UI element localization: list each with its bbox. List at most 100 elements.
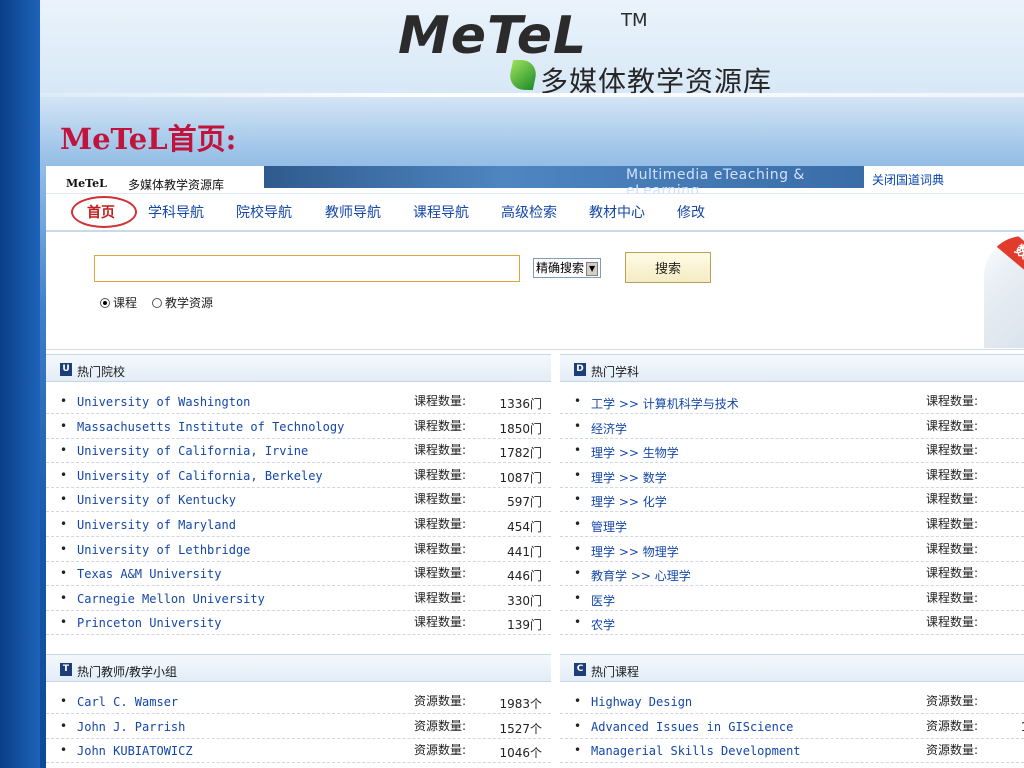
bullet-icon: • bbox=[574, 566, 582, 581]
panel-header: D 热门学科 bbox=[560, 354, 1024, 382]
search-area: 精确搜索 ▼ 搜索 课程 教学资源 数据 bbox=[46, 234, 1024, 350]
site-logo-cn: 多媒体教学资源库 bbox=[128, 178, 225, 192]
count-label: 课程数量: bbox=[926, 590, 979, 605]
list-item: • 医学 课程数量: bbox=[560, 587, 1024, 611]
nav-subjects[interactable]: 学科导航 bbox=[148, 202, 204, 222]
item-link[interactable]: John J. Parrish bbox=[77, 720, 185, 734]
list-item: • University of California, Berkeley 课程数量:… bbox=[46, 464, 551, 488]
count-label: 课程数量: bbox=[926, 517, 979, 531]
nav-edit[interactable]: 修改 bbox=[677, 202, 705, 222]
item-link[interactable]: Texas A&M University bbox=[77, 567, 222, 581]
item-link[interactable]: 农学 bbox=[591, 616, 615, 633]
item-link[interactable]: 教育学 >> 心理学 bbox=[591, 567, 691, 584]
search-input[interactable] bbox=[94, 255, 520, 282]
count-value: 446门 bbox=[507, 569, 542, 584]
item-link[interactable]: Highway Design bbox=[591, 695, 692, 709]
bullet-icon: • bbox=[60, 394, 68, 408]
radio-resource-dot[interactable] bbox=[152, 297, 162, 308]
item-link[interactable]: University of California, Berkeley bbox=[77, 469, 323, 483]
item-link[interactable]: 管理学 bbox=[591, 518, 627, 535]
item-link[interactable]: Carl C. Wamser bbox=[77, 695, 178, 709]
teacher-icon: T bbox=[60, 663, 72, 676]
brand-trademark: TM bbox=[621, 10, 648, 31]
close-dictionary-link[interactable]: 关闭国道词典 bbox=[870, 171, 947, 188]
search-button[interactable]: 搜索 bbox=[625, 252, 711, 283]
item-link[interactable]: University of California, Irvine bbox=[77, 444, 308, 458]
list-item: • Massachusetts Institute of Technology 课程… bbox=[46, 415, 551, 439]
list-item: • Advanced Issues in GIScience 资源数量: 10 bbox=[560, 715, 1024, 739]
list-item: • Highway Design 资源数量: bbox=[560, 690, 1024, 714]
nav-textbooks[interactable]: 教材中心 bbox=[589, 202, 645, 222]
nav-home[interactable]: 首页 bbox=[87, 202, 115, 222]
bullet-icon: • bbox=[574, 467, 582, 482]
count-value: 441门 bbox=[507, 544, 542, 559]
item-link[interactable]: University of Washington bbox=[77, 395, 250, 409]
count-label: 课程数量: bbox=[414, 541, 467, 556]
nav-teachers[interactable]: 教师导航 bbox=[325, 202, 381, 222]
panel-hot-courses: C 热门课程 • Highway Design 资源数量: • Advanced Iss… bbox=[560, 654, 1024, 768]
item-link[interactable]: Carnegie Mellon University bbox=[77, 592, 265, 606]
bullet-icon: • bbox=[60, 492, 68, 507]
slide-left-bar bbox=[0, 0, 40, 768]
item-link[interactable]: 理学 >> 生物学 bbox=[591, 444, 679, 461]
item-link[interactable]: University of Maryland bbox=[77, 518, 236, 532]
count-label: 资源数量: bbox=[926, 718, 979, 733]
panel-hot-teachers: T 热门教师/教学小组 • Carl C. Wamser 资源数量: 1983个 • Jo… bbox=[46, 654, 551, 768]
item-link[interactable]: 理学 >> 数学 bbox=[591, 469, 667, 486]
item-link[interactable]: University of Lethbridge bbox=[77, 543, 250, 557]
item-link[interactable]: 工学 >> 计算机科学与技术 bbox=[591, 395, 739, 412]
bullet-icon: • bbox=[574, 541, 582, 556]
radio-course-dot[interactable] bbox=[100, 297, 110, 308]
count-label: 课程数量: bbox=[414, 467, 467, 482]
count-label: 资源数量: bbox=[414, 694, 467, 708]
search-mode-select[interactable]: 精确搜索 ▼ bbox=[533, 258, 602, 278]
item-link[interactable]: John KUBIATOWICZ bbox=[77, 744, 193, 758]
count-label: 课程数量: bbox=[414, 566, 467, 581]
site-banner: Multimedia eTeaching & eLearning bbox=[264, 166, 864, 199]
count-value: 1 bbox=[996, 444, 1024, 458]
bullet-icon: • bbox=[574, 418, 582, 433]
count-value: 3 bbox=[996, 395, 1024, 409]
list-item: • Texas A&M University 课程数量: 446门 bbox=[46, 562, 551, 587]
bullet-icon: • bbox=[574, 615, 582, 630]
count-value: 1850门 bbox=[499, 421, 542, 436]
count-label: 课程数量: bbox=[414, 615, 467, 630]
corner-ribbon: 数据 bbox=[995, 236, 1024, 285]
panel-header: C 热门课程 bbox=[560, 654, 1024, 682]
bullet-icon: • bbox=[60, 566, 68, 581]
list-item: • 理学 >> 数学 课程数量: bbox=[560, 464, 1024, 488]
panel-hot-schools: U 热门院校 • University of Washington 课程数量: 133… bbox=[46, 354, 551, 646]
nav-advanced-search[interactable]: 高级检索 bbox=[501, 202, 557, 222]
chevron-down-icon[interactable]: ▼ bbox=[586, 261, 599, 276]
item-link[interactable]: Princeton University bbox=[77, 616, 222, 630]
nav-courses[interactable]: 课程导航 bbox=[413, 202, 469, 222]
list-item: • Carnegie Mellon University 课程数量: 330门 bbox=[46, 587, 551, 611]
panel-title: 热门课程 bbox=[591, 665, 640, 679]
radio-course[interactable]: 课程 bbox=[100, 294, 137, 311]
count-value: 1983个 bbox=[499, 697, 542, 711]
bullet-icon: • bbox=[574, 694, 582, 708]
item-link[interactable]: 理学 >> 物理学 bbox=[591, 543, 679, 560]
item-link[interactable]: 经济学 bbox=[591, 420, 627, 437]
item-link[interactable]: 理学 >> 化学 bbox=[591, 493, 667, 510]
count-label: 课程数量: bbox=[414, 517, 467, 531]
bullet-icon: • bbox=[60, 467, 68, 482]
bullet-icon: • bbox=[574, 743, 582, 758]
item-link[interactable]: 医学 bbox=[591, 592, 615, 609]
nav-schools[interactable]: 院校导航 bbox=[236, 202, 292, 222]
count-label: 课程数量: bbox=[926, 541, 979, 556]
item-link[interactable]: Massachusetts Institute of Technology bbox=[77, 420, 344, 434]
count-value: 454门 bbox=[507, 520, 542, 534]
bullet-icon: • bbox=[60, 443, 68, 458]
radio-resource[interactable]: 教学资源 bbox=[152, 294, 213, 311]
website-screenshot: MeTeL 多媒体教学资源库 Multimedia eTeaching & eL… bbox=[46, 166, 1024, 768]
item-link[interactable]: Advanced Issues in GIScience bbox=[591, 720, 793, 734]
panel-title: 热门学科 bbox=[591, 365, 640, 379]
university-icon: U bbox=[60, 363, 72, 376]
course-icon: C bbox=[574, 663, 586, 676]
count-label: 课程数量: bbox=[414, 443, 467, 458]
item-link[interactable]: Managerial Skills Development bbox=[591, 744, 801, 758]
list-item: • University of Kentucky 课程数量: 597门 bbox=[46, 488, 551, 513]
item-link[interactable]: University of Kentucky bbox=[77, 493, 236, 507]
count-label: 课程数量: bbox=[926, 492, 979, 507]
